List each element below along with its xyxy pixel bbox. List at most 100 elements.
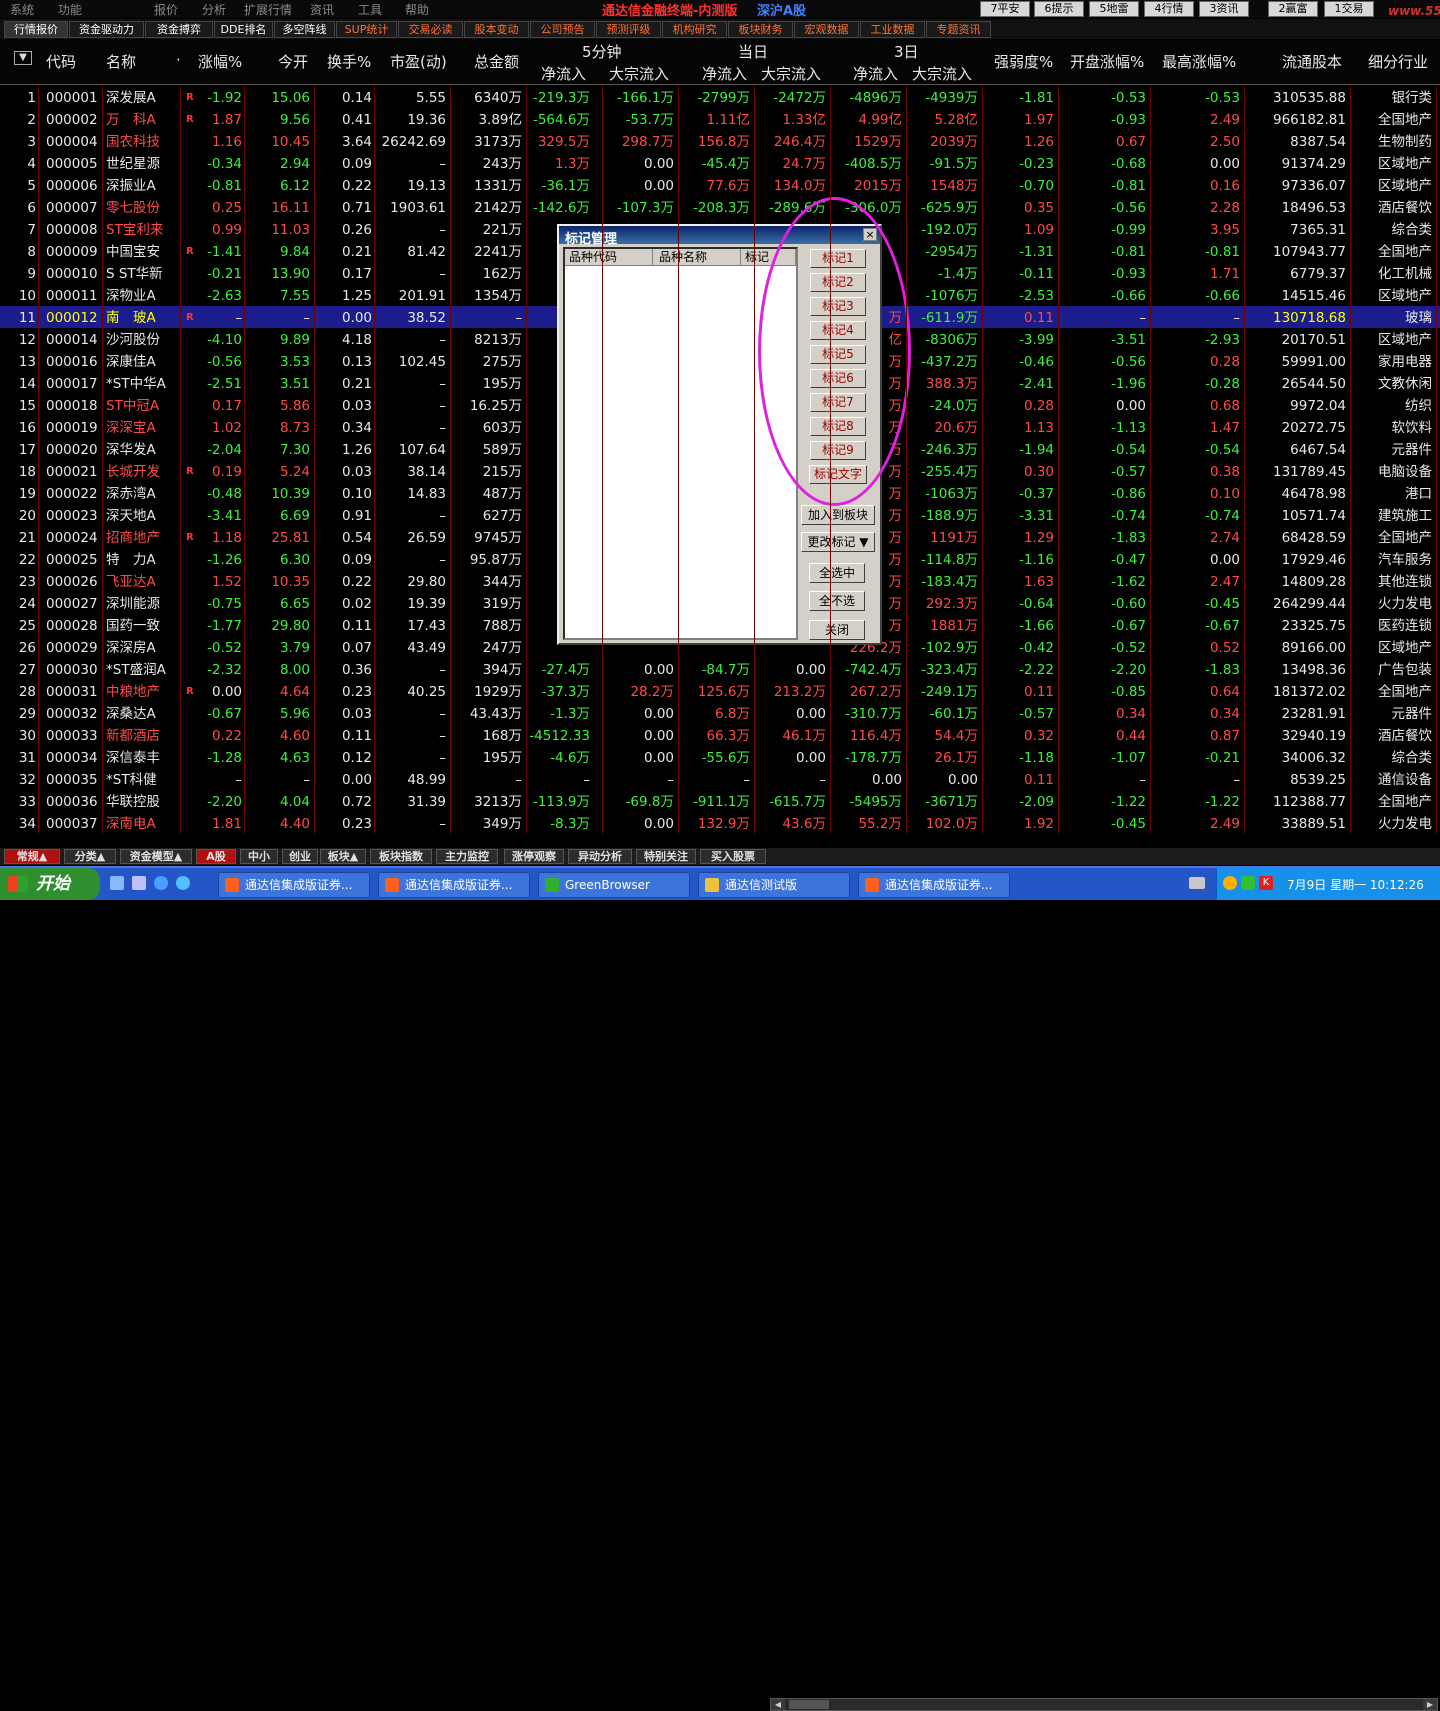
- top-tab-9[interactable]: 预测评级: [596, 21, 661, 38]
- bottom-tab-8[interactable]: 主力监控: [436, 849, 498, 864]
- menu-1[interactable]: 功能: [58, 1, 82, 18]
- top-tab-11[interactable]: 板块财务: [728, 21, 793, 38]
- top-tab-0[interactable]: 行情报价: [4, 21, 68, 38]
- bottom-tab-10[interactable]: 异动分析: [568, 849, 632, 864]
- col-3day-net[interactable]: 净流入: [853, 63, 898, 84]
- keyboard-icon[interactable]: [1189, 877, 1205, 889]
- select-all-button[interactable]: 全选中: [809, 563, 865, 583]
- col-name[interactable]: 名称: [106, 51, 136, 72]
- col-open-change[interactable]: 开盘涨幅%: [1070, 51, 1144, 72]
- tray-icon-3[interactable]: K: [1259, 876, 1273, 890]
- bottom-tab-2[interactable]: 资金模型▲: [120, 849, 192, 864]
- menu-5[interactable]: 资讯: [310, 1, 334, 18]
- bottom-tab-5[interactable]: 创业: [282, 849, 318, 864]
- col-change[interactable]: 涨幅%: [198, 51, 242, 72]
- table-row[interactable]: 30 000033 新都酒店 0.22 4.60 0.11 – 168万 -4512.33 0.0…: [0, 724, 1440, 746]
- desktop-icon[interactable]: [110, 876, 124, 890]
- task-button-0[interactable]: 通达信集成版证券...: [218, 872, 370, 898]
- start-button[interactable]: 开始: [0, 868, 100, 900]
- bottom-tab-1[interactable]: 分类▲: [64, 849, 116, 864]
- bottom-tab-6[interactable]: 板块▲: [320, 849, 366, 864]
- top-tab-1[interactable]: 资金驱动力: [69, 21, 144, 38]
- bottom-tab-7[interactable]: 板块指数: [370, 849, 432, 864]
- table-row[interactable]: 29 000032 深桑达A -0.67 5.96 0.03 – 43.43万 -1.3万 0.0…: [0, 702, 1440, 724]
- quick-button-3[interactable]: 3资讯: [1199, 1, 1249, 17]
- top-tab-5[interactable]: SUP统计: [336, 21, 397, 38]
- tray-icon-1[interactable]: [1223, 876, 1237, 890]
- change-mark-dropdown[interactable]: 更改标记 ▼: [801, 532, 875, 552]
- scroll-thumb[interactable]: [789, 1700, 829, 1709]
- menu-2[interactable]: 报价: [154, 1, 178, 18]
- col-max-change[interactable]: 最高涨幅%: [1162, 51, 1236, 72]
- col-open[interactable]: 今开: [278, 51, 308, 72]
- table-row[interactable]: 5 000006 深振业A -0.81 6.12 0.22 19.13 1331万 -36.1万…: [0, 174, 1440, 196]
- menu-4[interactable]: 扩展行情: [244, 1, 292, 18]
- col-industry[interactable]: 细分行业: [1368, 51, 1428, 72]
- col-pe[interactable]: 市盈(动): [390, 51, 447, 72]
- top-tab-6[interactable]: 交易必读: [398, 21, 463, 38]
- task-button-4[interactable]: 通达信集成版证券...: [858, 872, 1010, 898]
- top-tab-2[interactable]: 资金搏弈: [145, 21, 213, 38]
- top-tab-8[interactable]: 公司预告: [530, 21, 595, 38]
- table-row[interactable]: 6 000007 零七股份 0.25 16.11 0.71 1903.61 2142万 -142…: [0, 196, 1440, 218]
- col-code[interactable]: 代码: [46, 51, 76, 72]
- table-row[interactable]: 31 000034 深信泰丰 -1.28 4.63 0.12 – 195万 -4.6万 0.00 -…: [0, 746, 1440, 768]
- col-amount[interactable]: 总金额: [474, 51, 519, 72]
- quick-button-5[interactable]: 5地雷: [1089, 1, 1139, 17]
- menu-6[interactable]: 工具: [358, 1, 382, 18]
- table-row[interactable]: 3 000004 国农科技 1.16 10.45 3.64 26242.69 3173万 329…: [0, 130, 1440, 152]
- clock[interactable]: 7月9日 星期一 10:12:26: [1287, 876, 1424, 893]
- list-col-code[interactable]: 品种代码: [565, 249, 653, 266]
- col-5min-block[interactable]: 大宗流入: [609, 63, 669, 84]
- table-row[interactable]: 34 000037 深南电A 1.81 4.40 0.23 – 349万 -8.3万 0.00 13…: [0, 812, 1440, 834]
- top-tab-4[interactable]: 多空阵线: [274, 21, 335, 38]
- task-button-3[interactable]: 通达信测试版: [698, 872, 850, 898]
- top-tab-12[interactable]: 宏观数据: [794, 21, 859, 38]
- quick-button-1[interactable]: 1交易: [1324, 1, 1374, 17]
- col-today-net[interactable]: 净流入: [702, 63, 747, 84]
- bottom-tab-0[interactable]: 常规▲: [4, 849, 60, 864]
- table-row[interactable]: 4 000005 世纪星源 -0.34 2.94 0.09 – 243万 1.3万 0.00 -45…: [0, 152, 1440, 174]
- table-row[interactable]: 2 000002 万 科A R 1.87 9.56 0.41 19.36 3.89亿 -564.6…: [0, 108, 1440, 130]
- menu-0[interactable]: 系统: [10, 1, 34, 18]
- list-col-name[interactable]: 品种名称: [653, 249, 741, 266]
- bottom-tab-4[interactable]: 中小: [240, 849, 278, 864]
- col-today-block[interactable]: 大宗流入: [761, 63, 821, 84]
- quick-button-2[interactable]: 2赢富: [1268, 1, 1318, 17]
- sort-dropdown-icon[interactable]: ▼: [14, 51, 32, 65]
- top-tab-14[interactable]: 专题资讯: [926, 21, 991, 38]
- quick-button-4[interactable]: 4行情: [1144, 1, 1194, 17]
- scroll-right-icon[interactable]: ▶: [1423, 1699, 1437, 1710]
- task-button-1[interactable]: 通达信集成版证券...: [378, 872, 530, 898]
- table-row[interactable]: 27 000030 *ST盛润A -2.32 8.00 0.36 – 394万 -27.4万 0.…: [0, 658, 1440, 680]
- add-to-block-button[interactable]: 加入到板块: [801, 505, 875, 525]
- browser-icon[interactable]: [154, 876, 168, 890]
- close-button[interactable]: 关闭: [809, 620, 865, 640]
- bottom-tab-9[interactable]: 涨停观察: [504, 849, 564, 864]
- bottom-tab-3[interactable]: A股: [196, 849, 236, 864]
- top-tab-7[interactable]: 股本变动: [464, 21, 529, 38]
- menu-7[interactable]: 帮助: [405, 1, 429, 18]
- scroll-left-icon[interactable]: ◀: [771, 1699, 785, 1710]
- col-3day-block[interactable]: 大宗流入: [912, 63, 972, 84]
- col-turnover[interactable]: 换手%: [327, 51, 371, 72]
- bottom-tab-11[interactable]: 特别关注: [636, 849, 696, 864]
- task-button-2[interactable]: GreenBrowser: [538, 872, 690, 898]
- table-row[interactable]: 1 000001 深发展A R -1.92 15.06 0.14 5.55 6340万 -219.…: [0, 86, 1440, 108]
- table-row[interactable]: 32 000035 *ST科健 – – 0.00 48.99 – – – – – 0.00 0.00 0.1…: [0, 768, 1440, 790]
- col-float-shares[interactable]: 流通股本: [1282, 51, 1342, 72]
- col-strength[interactable]: 强弱度%: [994, 51, 1053, 72]
- top-tab-3[interactable]: DDE排名: [214, 21, 273, 38]
- select-none-button[interactable]: 全不选: [809, 591, 865, 611]
- col-5min-net[interactable]: 净流入: [541, 63, 586, 84]
- media-icon[interactable]: [132, 876, 146, 890]
- top-tab-10[interactable]: 机构研究: [662, 21, 727, 38]
- table-row[interactable]: 33 000036 华联控股 -2.20 4.04 0.72 31.39 3213万 -113.…: [0, 790, 1440, 812]
- menu-3[interactable]: 分析: [202, 1, 226, 18]
- top-tab-13[interactable]: 工业数据: [860, 21, 925, 38]
- quick-button-7[interactable]: 7平安: [980, 1, 1030, 17]
- bottom-tab-12[interactable]: 买入股票: [700, 849, 766, 864]
- tray-icon-2[interactable]: [1241, 876, 1255, 890]
- ie-icon[interactable]: [176, 876, 190, 890]
- table-row[interactable]: 28 000031 中粮地产 R 0.00 4.64 0.23 40.25 1929万 -37.3…: [0, 680, 1440, 702]
